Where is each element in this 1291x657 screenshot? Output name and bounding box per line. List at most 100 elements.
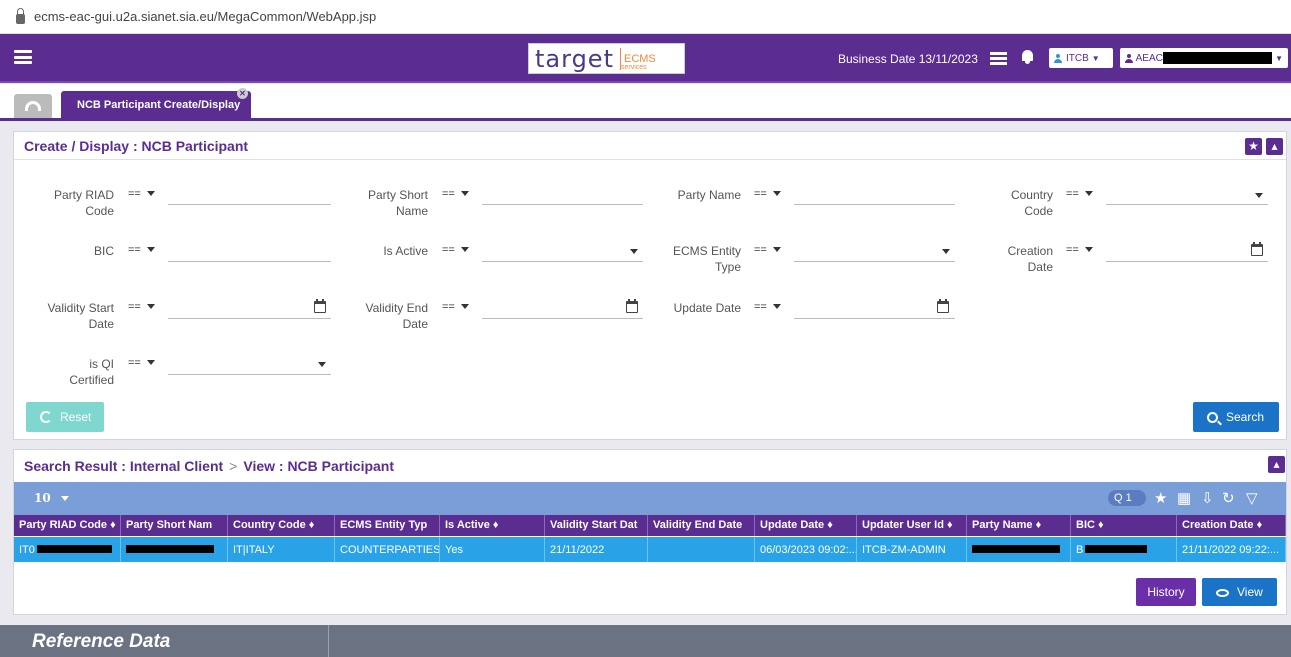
dropdown-caret-icon[interactable] — [1255, 193, 1263, 198]
collapse-icon[interactable]: ▴ — [1268, 456, 1285, 473]
reset-icon — [40, 411, 52, 423]
tab-ncb-participant[interactable]: NCB Participant Create/Display ✕ — [61, 88, 251, 118]
operator-select[interactable]: == — [128, 357, 155, 369]
business-date: Business Date 13/11/2023 — [838, 52, 978, 66]
col-country-code[interactable]: Country Code ♦ — [228, 515, 335, 536]
lock-icon — [16, 7, 25, 24]
gauge-icon — [25, 101, 41, 111]
tab-bar: NCB Participant Create/Display ✕ — [0, 84, 1291, 121]
label-is-active: Is Active — [383, 244, 428, 258]
person-icon — [1054, 53, 1062, 63]
target-ecms-logo: target services ECMS — [528, 43, 685, 74]
operator-select[interactable]: == — [754, 188, 781, 200]
col-ecms-entity-type[interactable]: ECMS Entity Typ — [335, 515, 440, 536]
label-is-qi-certified: is QI Certified — [69, 357, 114, 387]
operator-select[interactable]: == — [128, 301, 155, 313]
calendar-icon[interactable] — [937, 299, 949, 313]
search-button[interactable]: Search — [1193, 402, 1279, 432]
calendar-icon[interactable] — [1251, 242, 1263, 256]
view-button[interactable]: View — [1202, 578, 1277, 606]
form-title: Create / Display : NCB Participant — [14, 132, 1286, 160]
operator-select[interactable]: == — [128, 244, 155, 256]
operator-select[interactable]: == — [128, 188, 155, 200]
operator-select[interactable]: == — [1066, 244, 1093, 256]
caret-down-icon: ▼ — [1091, 53, 1100, 63]
role-selector[interactable]: ITCB ▼ — [1049, 48, 1113, 68]
refresh-icon[interactable]: ↻ — [1222, 489, 1235, 507]
table-row[interactable]: IT0 IT|ITALY COUNTERPARTIES Yes 21/11/20… — [14, 537, 1286, 562]
footer-bar: Reference Data — [0, 625, 1291, 657]
label-validity-start-date: Validity Start Date — [47, 301, 114, 331]
label-update-date: Update Date — [673, 301, 741, 315]
download-icon[interactable]: ⇩ — [1201, 489, 1214, 507]
col-creation-date[interactable]: Creation Date ♦ — [1177, 515, 1286, 536]
user-selector[interactable]: AEAC ▼ — [1120, 48, 1288, 68]
label-ecms-entity-type: ECMS Entity Type — [672, 244, 741, 274]
favorite-icon[interactable]: ★ — [1245, 138, 1262, 155]
dropdown-caret-icon[interactable] — [942, 249, 950, 254]
col-updater-user-id[interactable]: Updater User Id ♦ — [857, 515, 967, 536]
breadcrumb: Search Result : Internal Client > View : N… — [24, 458, 395, 474]
validity-end-date-input[interactable] — [482, 318, 643, 319]
dashboard-tab[interactable] — [14, 94, 52, 118]
col-validity-start-date[interactable]: Validity Start Dat — [545, 515, 648, 536]
collapse-icon[interactable]: ▴ — [1266, 138, 1283, 155]
redacted-value — [36, 545, 112, 553]
search-form-panel: Create / Display : NCB Participant ★ ▴ P… — [13, 131, 1287, 440]
col-update-date[interactable]: Update Date ♦ — [755, 515, 857, 536]
party-short-name-input[interactable] — [482, 204, 643, 205]
col-party-short-name[interactable]: Party Short Nam — [121, 515, 228, 536]
operator-select[interactable]: == — [754, 301, 781, 313]
update-date-input[interactable] — [794, 318, 955, 319]
operator-select[interactable]: == — [754, 244, 781, 256]
country-code-select[interactable] — [1106, 204, 1268, 205]
star-icon[interactable]: ★ — [1154, 489, 1167, 507]
browser-url-bar[interactable]: ecms-eac-gui.u2a.sianet.sia.eu/MegaCommo… — [0, 0, 1291, 34]
redacted-value — [1085, 545, 1148, 553]
col-validity-end-date[interactable]: Validity End Date — [648, 515, 755, 536]
validity-start-date-input[interactable] — [168, 318, 331, 319]
page-size-select[interactable]: 10 — [34, 491, 69, 505]
party-name-input[interactable] — [794, 204, 955, 205]
url-text[interactable]: ecms-eac-gui.u2a.sianet.sia.eu/MegaCommo… — [34, 9, 376, 24]
operator-select[interactable]: == — [1066, 188, 1093, 200]
label-validity-end-date: Validity End Date — [365, 301, 428, 331]
label-party-name: Party Name — [677, 188, 741, 202]
operator-select[interactable]: == — [442, 188, 469, 200]
footer-title[interactable]: Reference Data — [8, 625, 329, 657]
history-button[interactable]: History — [1136, 578, 1196, 606]
creation-date-input[interactable] — [1106, 261, 1268, 262]
label-party-riad-code: Party RIAD Code — [53, 188, 114, 218]
table-header: Party RIAD Code ♦ Party Short Nam Countr… — [14, 515, 1286, 536]
bic-input[interactable] — [168, 261, 331, 262]
menu-icon[interactable] — [14, 50, 32, 64]
grid-toolbar: 10 Q 1 ★ ▦ ⇩ ↻ ▽ — [14, 482, 1286, 515]
party-riad-code-input[interactable] — [168, 204, 331, 205]
operator-select[interactable]: == — [442, 301, 469, 313]
search-icon — [1207, 411, 1218, 423]
is-qi-certified-select[interactable] — [168, 374, 331, 375]
operator-select[interactable]: == — [442, 244, 469, 256]
col-is-active[interactable]: Is Active ♦ — [440, 515, 545, 536]
redacted-value — [126, 545, 214, 553]
calendar-icon[interactable] — [314, 299, 326, 313]
bell-icon[interactable] — [1021, 50, 1034, 64]
excel-export-icon[interactable]: ▦ — [1177, 489, 1191, 507]
calendar-icon[interactable] — [626, 299, 638, 313]
close-tab-icon[interactable]: ✕ — [237, 88, 248, 99]
is-active-select[interactable] — [482, 261, 643, 262]
dropdown-caret-icon[interactable] — [318, 362, 326, 367]
person-icon — [1125, 53, 1133, 63]
col-bic[interactable]: BIC ♦ — [1071, 515, 1177, 536]
list-icon[interactable] — [990, 52, 1007, 65]
ecms-entity-type-select[interactable] — [794, 261, 955, 262]
col-party-name[interactable]: Party Name ♦ — [967, 515, 1071, 536]
reset-button[interactable]: Reset — [26, 402, 104, 432]
dropdown-caret-icon[interactable] — [630, 249, 638, 254]
filter-icon[interactable]: ▽ — [1246, 489, 1258, 507]
query-badge[interactable]: Q 1 — [1108, 490, 1146, 506]
redacted-value — [972, 545, 1060, 553]
col-party-riad-code[interactable]: Party RIAD Code ♦ — [14, 515, 121, 536]
caret-down-icon: ▼ — [1275, 53, 1283, 63]
redacted-username — [1162, 52, 1273, 64]
